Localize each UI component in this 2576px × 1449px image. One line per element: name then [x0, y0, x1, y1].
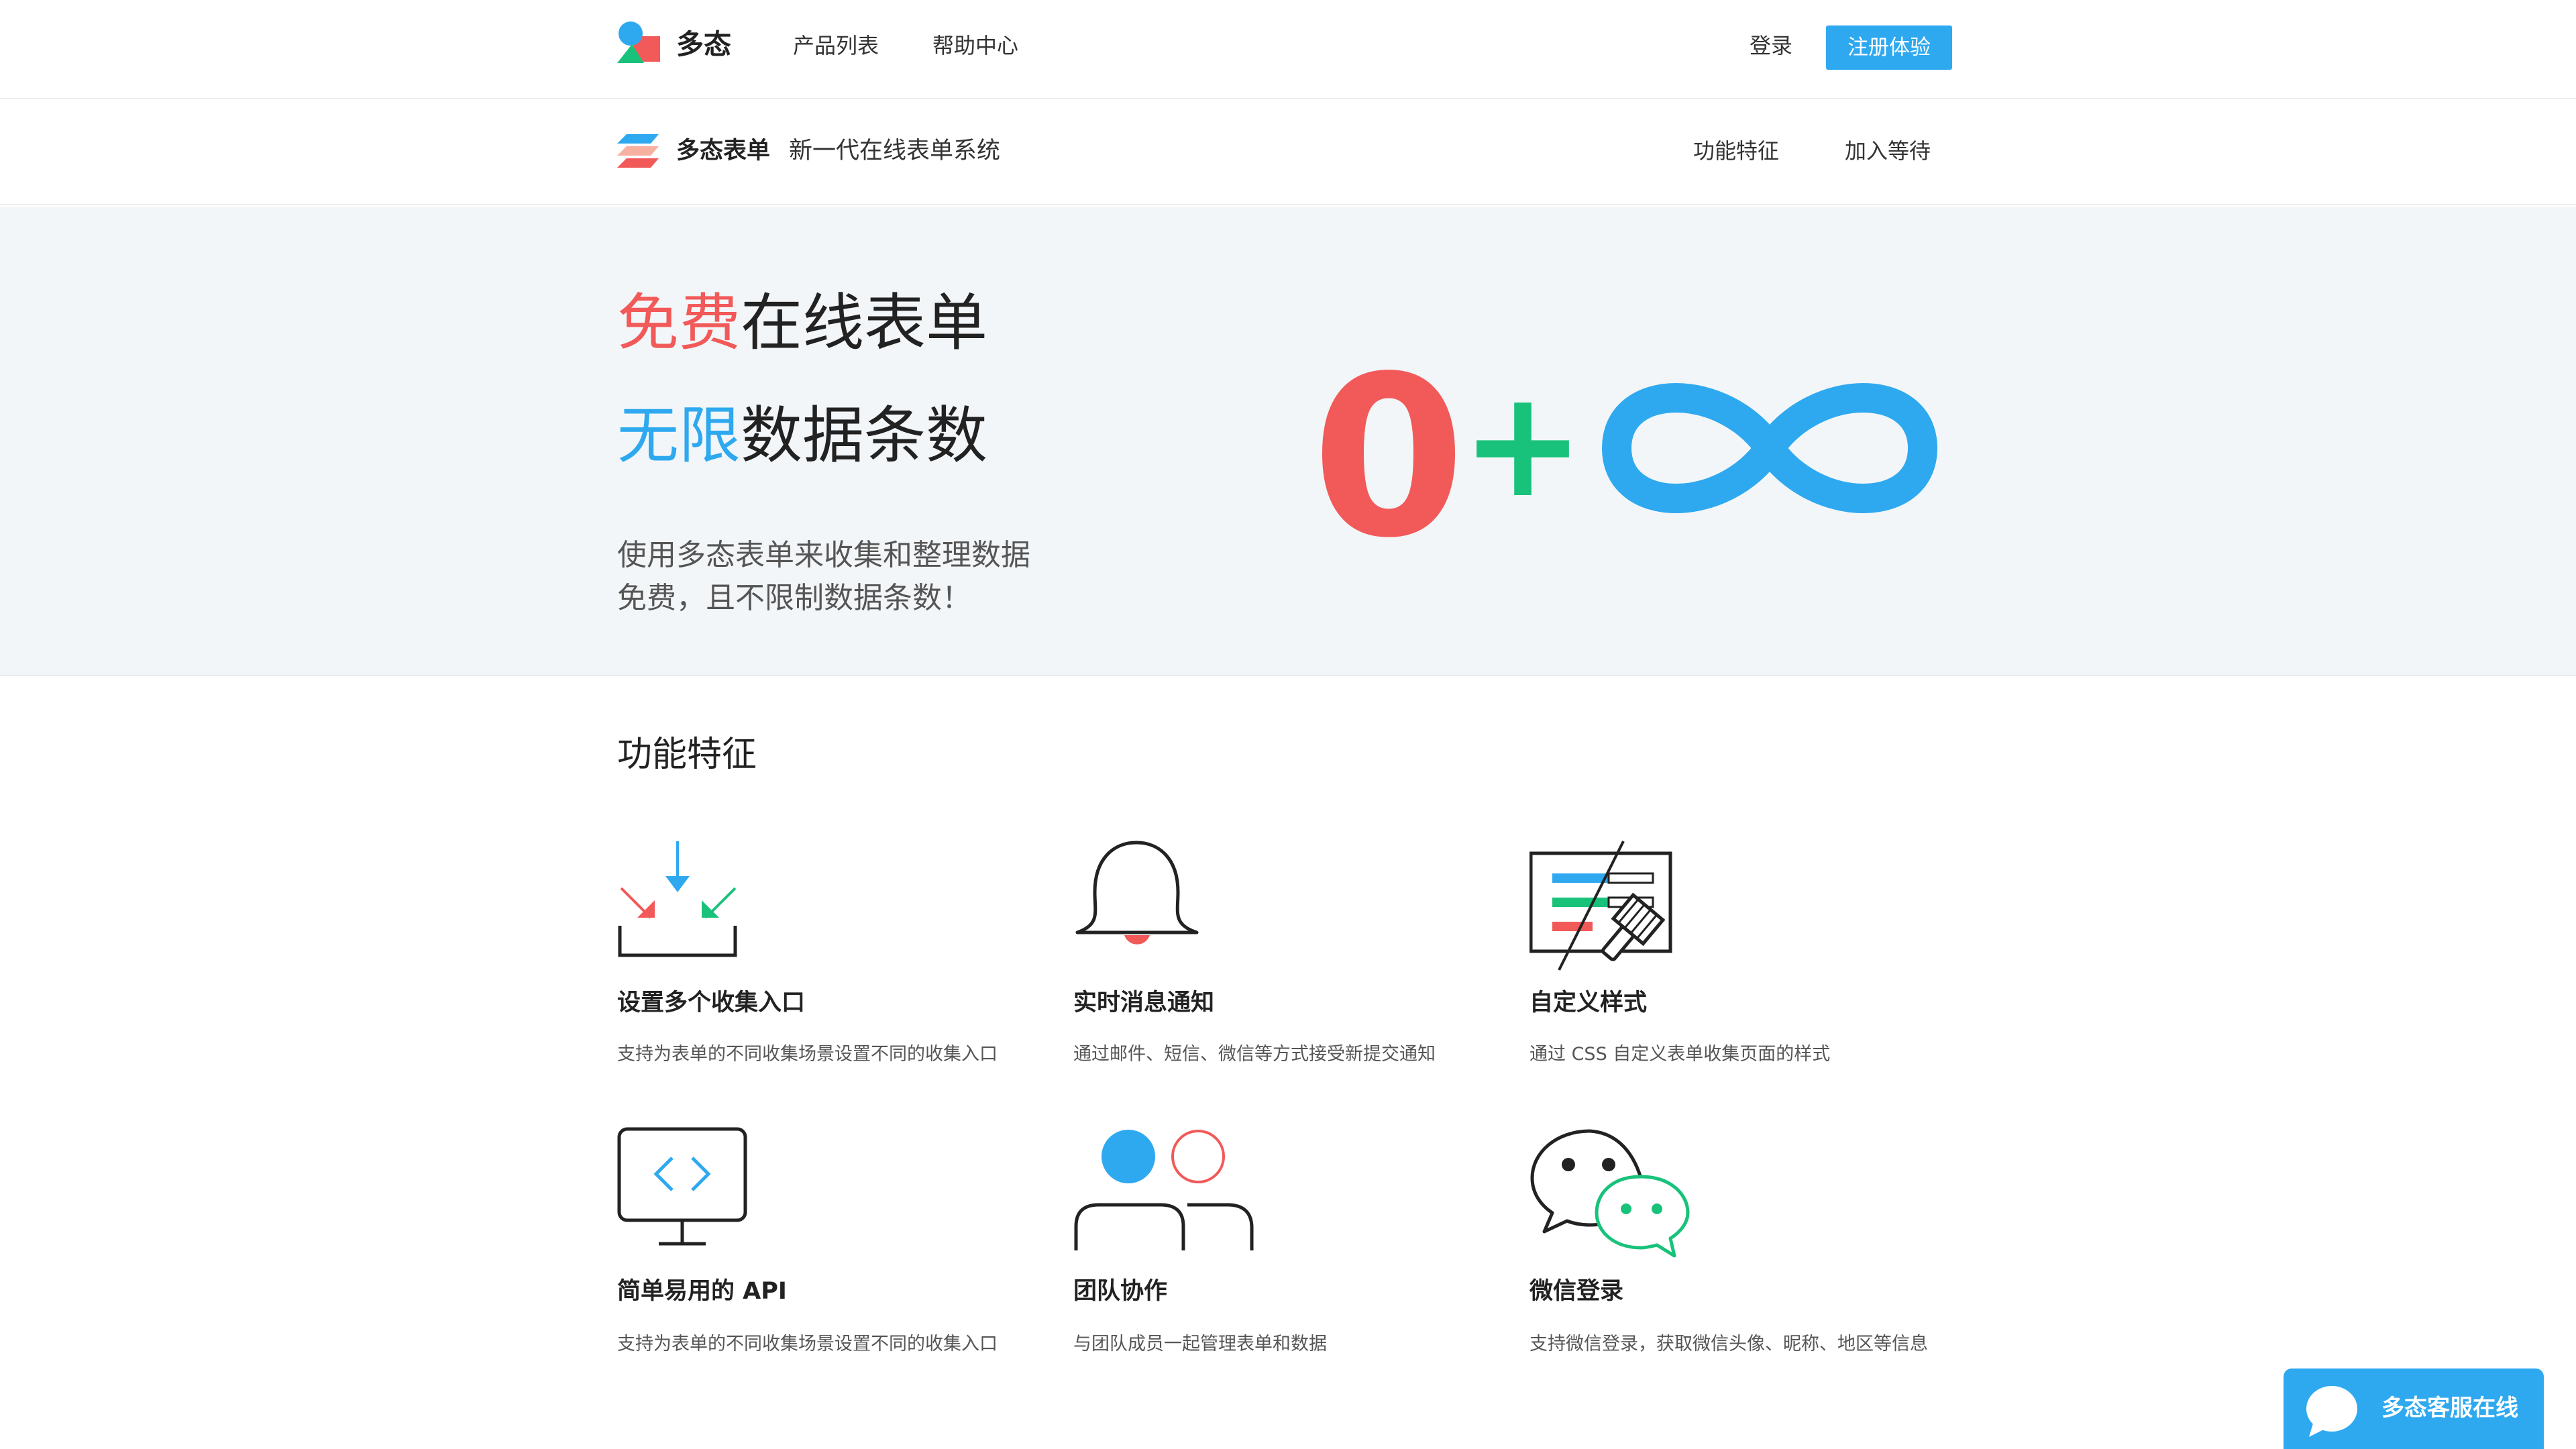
hero-headline-2: 无限数据条数 — [617, 396, 987, 476]
feature-title: 自定义样式 — [1529, 989, 1648, 1016]
nav-product-list[interactable]: 产品列表 — [793, 31, 879, 60]
hero-highlight-unlimited: 无限 — [617, 400, 741, 472]
product-name[interactable]: 多态表单 — [676, 136, 770, 166]
wechat-icon — [1530, 1129, 1690, 1258]
nav-help-center[interactable]: 帮助中心 — [932, 31, 1018, 60]
feature-desc: 与团队成员一起管理表单和数据 — [1073, 1334, 1327, 1354]
chat-bubble-icon — [2306, 1386, 2357, 1437]
hero-subtitle-2: 免费，且不限制数据条数！ — [617, 581, 971, 615]
product-bar: 多态表单 新一代在线表单系统 功能特征 加入等待 — [0, 101, 2576, 205]
duotai-logo-icon[interactable] — [617, 21, 661, 63]
zero-plus-infinity-graphic: 0 + — [1315, 341, 1937, 555]
hero-subtitle-1: 使用多态表单来收集和整理数据 — [617, 538, 1030, 572]
nav-features[interactable]: 功能特征 — [1693, 136, 1779, 166]
feature-title: 团队协作 — [1073, 1278, 1168, 1305]
chat-label: 多态客服在线 — [2381, 1395, 2518, 1421]
feature-title: 微信登录 — [1529, 1278, 1624, 1305]
feature-desc: 支持微信登录，获取微信头像、昵称、地区等信息 — [1529, 1334, 1928, 1354]
login-link[interactable]: 登录 — [1750, 31, 1792, 60]
feature-title: 设置多个收集入口 — [617, 989, 806, 1016]
feature-title: 实时消息通知 — [1073, 989, 1215, 1016]
team-icon — [1074, 1130, 1254, 1250]
custom-style-icon — [1529, 841, 1672, 971]
customer-service-chat-button[interactable]: 多态客服在线 — [2284, 1368, 2544, 1449]
collect-entries-icon — [618, 841, 737, 957]
hero-highlight-free: 免费 — [617, 287, 741, 359]
form-product-logo-icon[interactable] — [617, 134, 659, 168]
hero-zero: 0 — [1315, 341, 1466, 555]
feature-title: 简单易用的 API — [617, 1278, 787, 1305]
top-navbar: 多态 产品列表 帮助中心 登录 注册体验 — [0, 0, 2576, 99]
hero-plus: + — [1461, 358, 1585, 530]
hero-headline-2-rest: 数据条数 — [741, 400, 988, 472]
feature-desc: 通过 CSS 自定义表单收集页面的样式 — [1529, 1044, 1831, 1065]
hero-section: 免费在线表单 无限数据条数 使用多态表单来收集和整理数据 免费，且不限制数据条数… — [0, 207, 2576, 676]
features-title: 功能特征 — [617, 735, 757, 775]
infinity-icon — [1602, 383, 1937, 513]
register-button[interactable]: 注册体验 — [1826, 25, 1952, 70]
feature-desc: 支持为表单的不同收集场景设置不同的收集入口 — [617, 1044, 998, 1065]
monitor-code-icon — [617, 1127, 747, 1246]
hero-headline-1: 免费在线表单 — [617, 283, 987, 364]
feature-desc: 通过邮件、短信、微信等方式接受新提交通知 — [1073, 1044, 1436, 1065]
product-tagline: 新一代在线表单系统 — [789, 138, 1001, 164]
feature-desc: 支持为表单的不同收集场景设置不同的收集入口 — [617, 1334, 998, 1354]
brand-name[interactable]: 多态 — [676, 27, 731, 62]
bell-icon — [1075, 841, 1199, 945]
hero-headline-1-rest: 在线表单 — [741, 287, 988, 359]
nav-join-waitlist[interactable]: 加入等待 — [1845, 136, 1931, 166]
